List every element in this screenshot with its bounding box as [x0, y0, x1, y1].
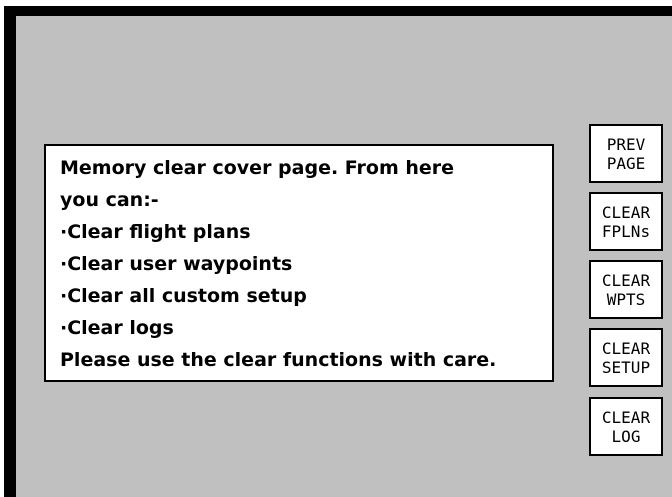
prev-page-button[interactable]: PREV PAGE — [589, 124, 663, 183]
info-line: ·Clear user waypoints — [60, 253, 293, 275]
softkey-label-line2: FPLNs — [601, 221, 651, 241]
info-line: ·Clear logs — [60, 317, 174, 339]
info-line: ·Clear flight plans — [60, 221, 251, 243]
info-line: Memory clear cover page. From here — [60, 157, 455, 179]
softkey-label-line2: LOG — [611, 426, 641, 446]
softkey-label-line1: CLEAR — [601, 202, 651, 222]
info-line: Please use the clear functions with care… — [60, 349, 497, 371]
softkey-label-line2: PAGE — [606, 153, 646, 173]
clear-wpts-button[interactable]: CLEAR WPTS — [589, 260, 663, 319]
softkey-label-line1: CLEAR — [601, 407, 651, 427]
info-line: you can:- — [60, 189, 159, 211]
display-bezel: Memory clear cover page. From here you c… — [4, 6, 672, 497]
clear-fplns-button[interactable]: CLEAR FPLNs — [589, 192, 663, 251]
softkey-label-line1: PREV — [606, 134, 646, 154]
softkey-label-line1: CLEAR — [601, 338, 651, 358]
memory-clear-info-panel: Memory clear cover page. From here you c… — [44, 144, 554, 382]
clear-log-button[interactable]: CLEAR LOG — [589, 397, 663, 456]
clear-setup-button[interactable]: CLEAR SETUP — [589, 328, 663, 387]
display-screen: Memory clear cover page. From here you c… — [16, 16, 672, 497]
softkey-label-line2: WPTS — [606, 289, 646, 309]
info-line: ·Clear all custom setup — [60, 285, 307, 307]
softkey-label-line1: CLEAR — [601, 270, 651, 290]
softkey-label-line2: SETUP — [601, 357, 651, 377]
